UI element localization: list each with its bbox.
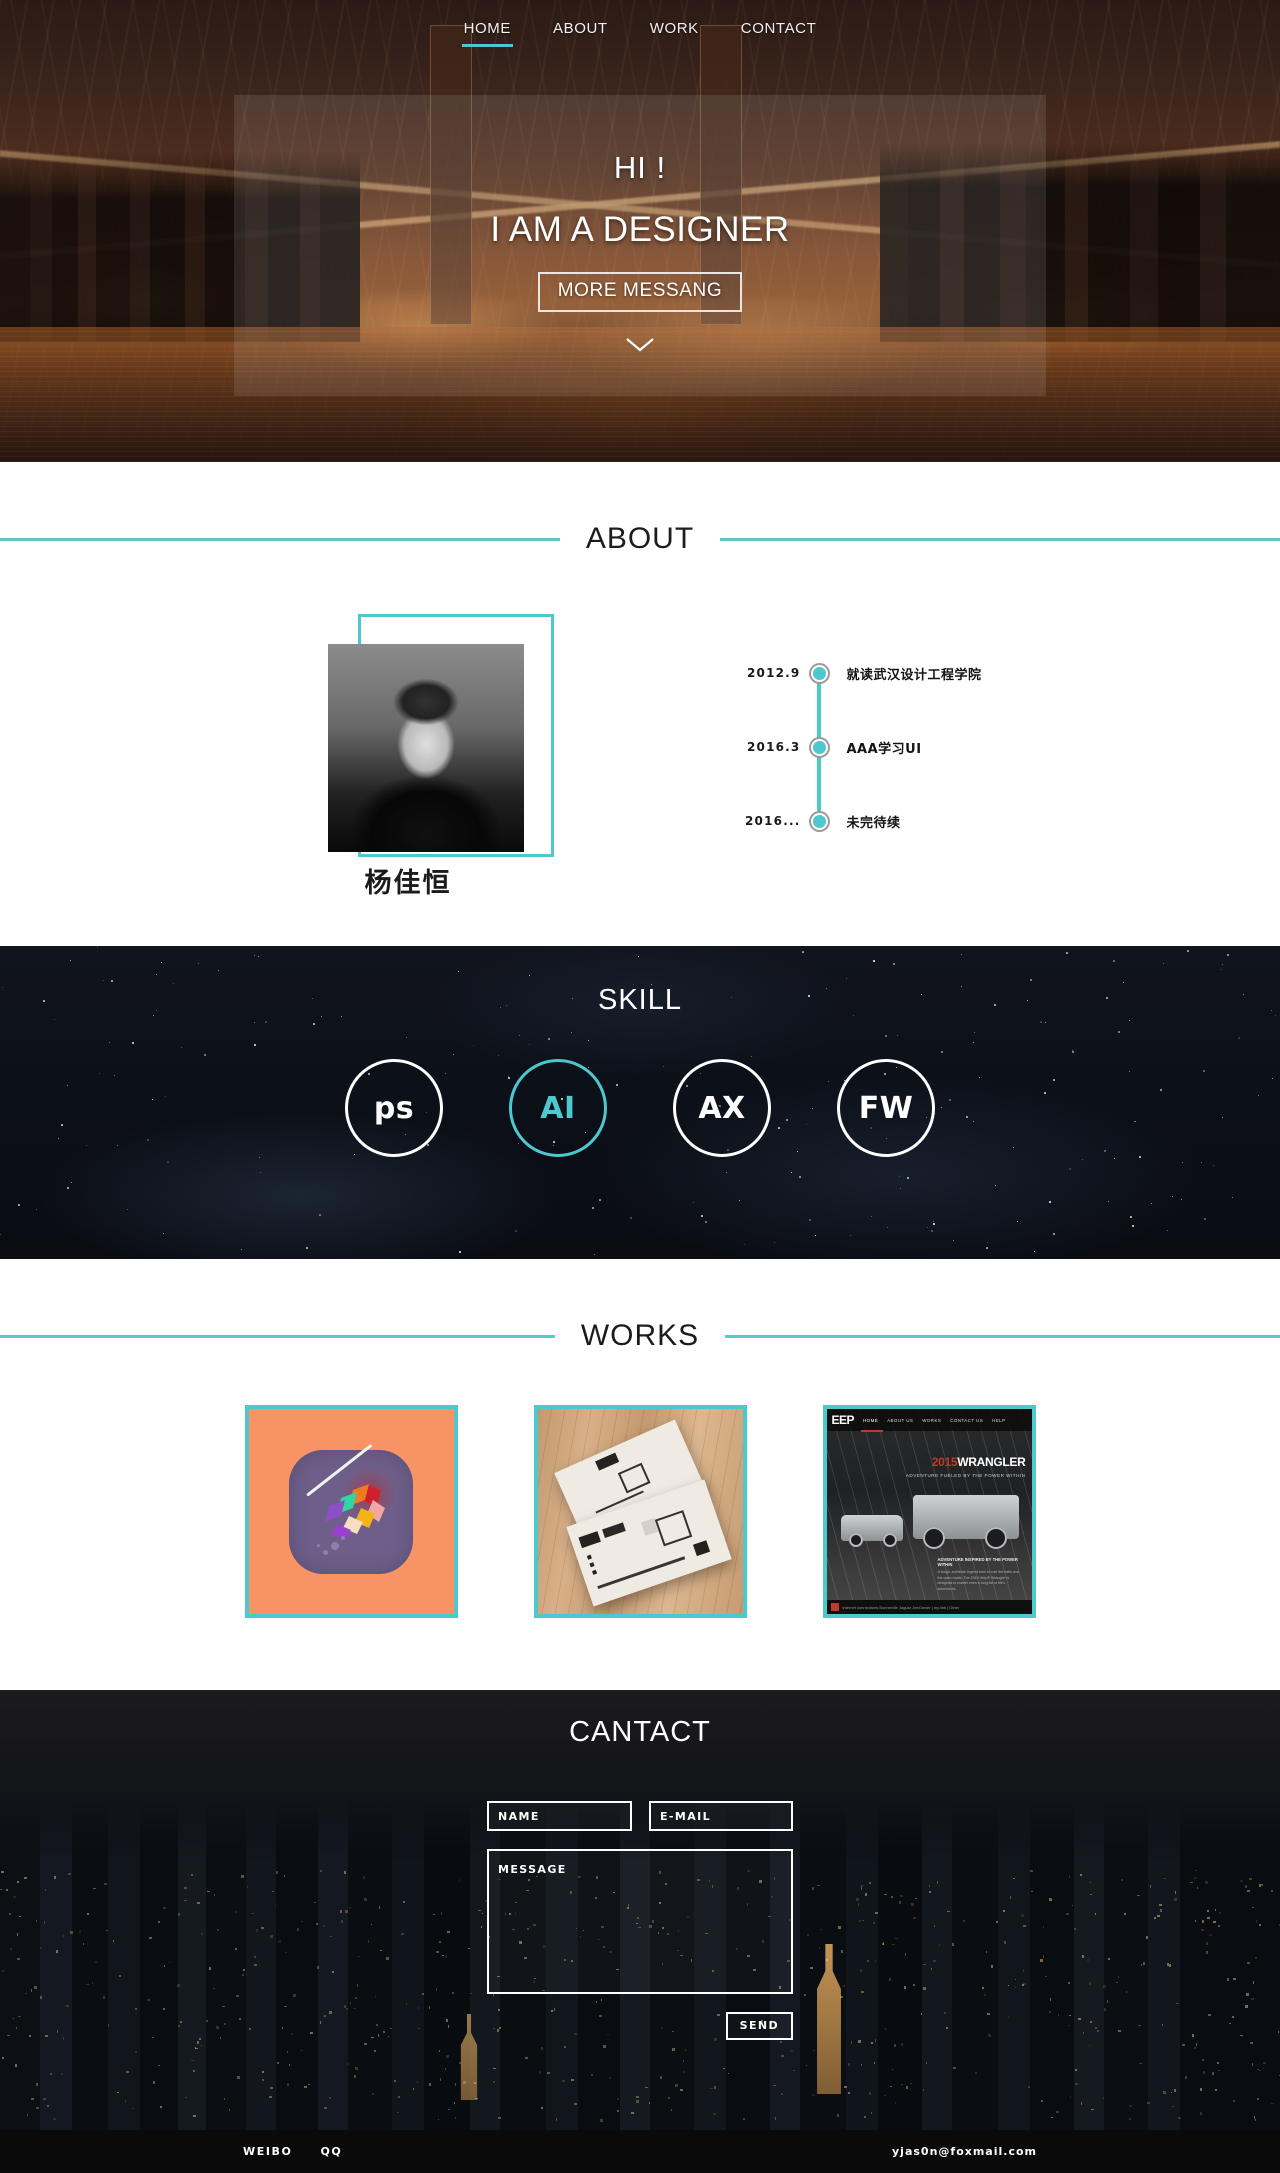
timeline-item: 2016... 未完待续	[738, 784, 981, 858]
contact-content: CANTACT NAME E-MAIL MESSAGE SEND	[0, 1690, 1280, 2040]
timeline-text: 就读武汉设计工程学院	[846, 667, 982, 683]
email-input[interactable]: E-MAIL	[649, 1801, 793, 1831]
jeep-nav-about: ABOUT US	[887, 1417, 914, 1423]
divider-line-left	[0, 1334, 555, 1338]
jeep-logo: EEP	[831, 1413, 855, 1427]
work-thumbnail-feather-app-icon[interactable]	[244, 1405, 458, 1618]
jeep-model-year: 2015	[931, 1455, 958, 1469]
works-section: WORKS EEP HOME ABOUT US WORKS CONTACT US…	[0, 1259, 1280, 1690]
timeline-dot-wrap	[800, 740, 838, 754]
skill-badge-ai[interactable]: AI	[509, 1059, 607, 1157]
hero-headline: I AM A DESIGNER	[490, 210, 790, 249]
timeline-date: 2016...	[745, 814, 801, 828]
works-gallery: EEP HOME ABOUT US WORKS CONTACT US HELP …	[0, 1405, 1280, 1618]
hero-greeting: HI !	[613, 150, 667, 185]
jeep-nav-works: WORKS	[922, 1417, 942, 1423]
divider-line-left	[0, 537, 560, 541]
timeline-dot-icon	[812, 666, 826, 680]
timeline-dot-wrap	[800, 814, 838, 828]
nav-item-contact[interactable]: CONTACT	[739, 14, 819, 47]
footer-badge-icon	[830, 1603, 839, 1611]
jeep-body-copy: ADVENTURE INSPIRED BY THE POWER WITHIN A…	[938, 1557, 1024, 1592]
jeep-tagline: ADVENTURE FUELED BY THE POWER WITHIN	[905, 1473, 1026, 1478]
jeep-model-name: WRANGLER	[957, 1455, 1026, 1469]
skill-list: ps AI AX FW	[0, 1059, 1280, 1157]
wheel-icon	[848, 1533, 863, 1547]
about-section: ABOUT 杨佳恒 2012.9 就读武汉设计工程学院 2016.3 AAA学习…	[0, 462, 1280, 946]
timeline-text: 未完待续	[846, 815, 901, 831]
email-input-placeholder: E-MAIL	[660, 1809, 712, 1823]
more-message-button[interactable]: MORE MESSANG	[537, 272, 743, 312]
nav-item-home[interactable]: HOME	[461, 14, 514, 47]
profile-name: 杨佳恒	[364, 868, 452, 899]
skill-badge-ps[interactable]: ps	[345, 1059, 443, 1157]
app-icon-tile	[289, 1443, 413, 1574]
divider-line-right	[725, 1334, 1280, 1338]
main-navigation: HOME ABOUT WORK CONTACT	[0, 0, 1280, 60]
timeline-text: AAA学习UI	[846, 741, 922, 757]
timeline-dot-wrap	[800, 666, 838, 680]
jeep-headline: 2015WRANGLER ADVENTURE FUELED BY THE POW…	[906, 1453, 1026, 1478]
about-title: ABOUT	[585, 522, 695, 555]
footer-email: yjas0n@foxmail.com	[892, 2145, 1037, 2158]
timeline-item: 2016.3 AAA学习UI	[738, 710, 981, 784]
nav-item-work[interactable]: WORK	[648, 14, 701, 47]
feather-icon	[325, 1483, 385, 1540]
skill-badge-ax[interactable]: AX	[673, 1059, 771, 1157]
send-button-row: SEND	[487, 2012, 793, 2040]
jeep-body-text: A tough, authentic legend born to rule t…	[937, 1570, 1019, 1591]
profile-photo-block: 杨佳恒	[328, 614, 558, 899]
footer-social-links: WEIBO QQ	[243, 2145, 342, 2158]
about-timeline: 2012.9 就读武汉设计工程学院 2016.3 AAA学习UI 2016...…	[738, 636, 981, 876]
timeline-dot-icon	[812, 740, 826, 754]
timeline-date: 2016.3	[746, 740, 801, 754]
hero-section: HOME ABOUT WORK CONTACT HI ! I AM A DESI…	[0, 0, 1280, 462]
jeep-nav-contact: CONTACT US	[950, 1417, 984, 1423]
jeep-site-footer: internet connections Bonneville Jaguar J…	[826, 1600, 1032, 1614]
chevron-down-icon[interactable]	[625, 337, 655, 353]
works-section-header: WORKS	[0, 1319, 1280, 1353]
portrait-image	[328, 644, 525, 852]
contact-title: CANTACT	[569, 1716, 711, 1748]
name-input[interactable]: NAME	[487, 1801, 632, 1831]
work-thumbnail-jeep-wrangler-website[interactable]: EEP HOME ABOUT US WORKS CONTACT US HELP …	[822, 1405, 1036, 1618]
nav-item-about[interactable]: ABOUT	[551, 14, 610, 47]
about-section-header: ABOUT	[0, 522, 1280, 556]
jeep-nav-active-underline	[860, 1430, 883, 1432]
timeline-date: 2012.9	[746, 666, 801, 680]
profile-photo	[328, 644, 525, 852]
name-input-placeholder: NAME	[498, 1809, 540, 1823]
timeline-item: 2012.9 就读武汉设计工程学院	[738, 636, 981, 710]
footer-text: internet connections Bonneville Jaguar J…	[842, 1604, 960, 1610]
work-thumbnail-business-card-mockup[interactable]	[533, 1405, 747, 1618]
skill-badge-fw[interactable]: FW	[837, 1059, 935, 1157]
timeline-dot-icon	[812, 814, 826, 828]
divider-line-right	[720, 537, 1280, 541]
form-row-top: NAME E-MAIL	[487, 1801, 793, 1831]
message-textarea-placeholder: MESSAGE	[498, 1863, 567, 1876]
wheel-icon	[882, 1533, 897, 1547]
skill-title: SKILL	[598, 984, 682, 1016]
hero-content-panel: HI ! I AM A DESIGNER MORE MESSANG	[234, 95, 1046, 396]
page-footer: WEIBO QQ yjas0n@foxmail.com	[0, 2130, 1280, 2173]
contact-section: CANTACT NAME E-MAIL MESSAGE SEND	[0, 1690, 1280, 2130]
footer-link-qq[interactable]: QQ	[320, 2145, 342, 2158]
contact-form: NAME E-MAIL MESSAGE SEND	[487, 1801, 793, 2040]
footer-link-weibo[interactable]: WEIBO	[243, 2145, 292, 2158]
about-body: 杨佳恒 2012.9 就读武汉设计工程学院 2016.3 AAA学习UI 201…	[0, 614, 1280, 899]
jeep-nav-home: HOME	[863, 1417, 879, 1423]
message-textarea[interactable]: MESSAGE	[487, 1849, 793, 1994]
jeep-nav-help: HELP	[992, 1417, 1006, 1423]
jeep-body-title: ADVENTURE INSPIRED BY THE POWER WITHIN	[937, 1557, 1018, 1568]
works-title: WORKS	[580, 1319, 700, 1352]
send-button[interactable]: SEND	[725, 2012, 793, 2040]
jeep-site-navbar: EEP HOME ABOUT US WORKS CONTACT US HELP	[826, 1409, 1032, 1431]
wheel-icon	[922, 1527, 945, 1549]
skill-section: SKILL ps AI AX FW	[0, 946, 1280, 1259]
wheel-icon	[984, 1527, 1007, 1549]
